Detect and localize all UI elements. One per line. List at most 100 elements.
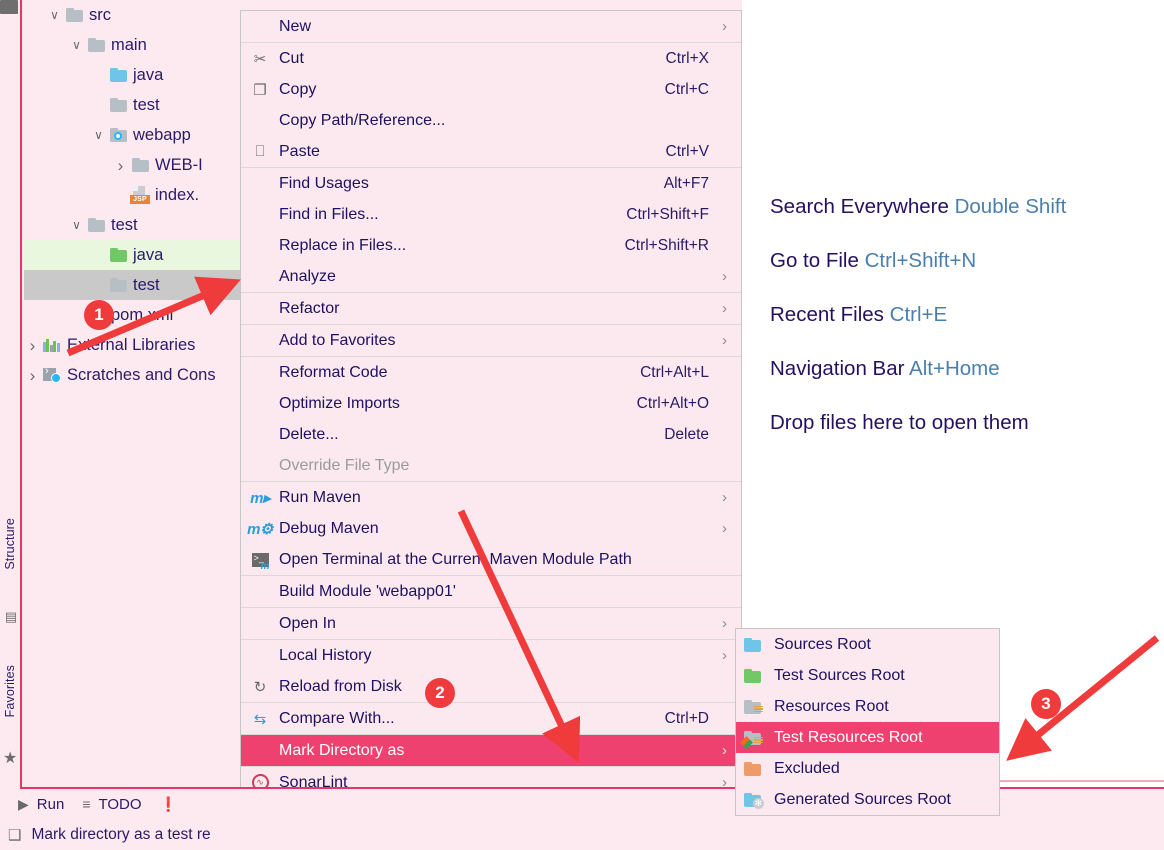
folder-grey: [131, 158, 149, 172]
menu-item-find-in-files[interactable]: Find in Files... Ctrl+Shift+F: [241, 199, 741, 230]
chevron-right-icon: ›: [722, 520, 727, 537]
menu-item-label: Reformat Code: [279, 363, 388, 381]
submenu-item-test-resources-root[interactable]: Test Resources Root: [736, 722, 999, 753]
tree-item-external-libraries[interactable]: › External Libraries: [24, 330, 242, 360]
tree-node-icon: [107, 278, 129, 292]
editor-hint: Search Everywhere Double Shift: [770, 195, 1160, 219]
mark-directory-as-submenu[interactable]: Sources Root Test Sources Root Resources R…: [735, 628, 1000, 816]
submenu-item-generated-sources-root[interactable]: ✻ Generated Sources Root: [736, 784, 999, 815]
status-bar: ❑ Mark directory as a test re: [0, 819, 1164, 850]
tree-item-test[interactable]: ∨ test: [24, 210, 242, 240]
menu-item-compare-with[interactable]: ⇆ Compare With... Ctrl+D: [241, 703, 741, 734]
context-menu[interactable]: New › ✂ Cut Ctrl+X ❐ Copy Ctrl+C Copy Path/Refer…: [240, 10, 742, 799]
submenu-item-icon: [744, 699, 774, 714]
chevron-right-icon[interactable]: ›: [24, 367, 41, 384]
tree-item-webapp[interactable]: ∨ webapp: [24, 120, 242, 150]
menu-item-label: Debug Maven: [279, 519, 379, 537]
menu-item-debug-maven[interactable]: m⚙ Debug Maven ›: [241, 513, 741, 544]
tree-item-test[interactable]: test: [24, 270, 242, 300]
menu-item-shortcut: Ctrl+C: [664, 80, 709, 98]
chevron-right-icon[interactable]: ›: [24, 337, 41, 354]
chevron-down-icon[interactable]: ∨: [68, 219, 85, 231]
tree-node-icon: [107, 128, 129, 142]
submenu-item-label: Test Sources Root: [774, 666, 905, 684]
chevron-right-icon: ›: [722, 300, 727, 317]
chevron-down-icon[interactable]: ∨: [68, 39, 85, 51]
chevron-down-icon[interactable]: ∨: [90, 129, 107, 141]
menu-item-add-to-favorites[interactable]: Add to Favorites ›: [241, 325, 741, 356]
tree-item-web-i[interactable]: › WEB-I: [24, 150, 242, 180]
tree-item-main[interactable]: ∨ main: [24, 30, 242, 60]
editor-hints: Search Everywhere Double Shift Go to File…: [770, 195, 1160, 465]
menu-item-shortcut: Alt+F7: [663, 174, 709, 192]
tree-item-label: External Libraries: [67, 335, 196, 354]
tree-item-java[interactable]: java: [24, 240, 242, 270]
submenu-item-test-sources-root[interactable]: Test Sources Root: [736, 660, 999, 691]
tree-item-label: Scratches and Cons: [67, 365, 216, 384]
submenu-item-icon: [744, 761, 774, 776]
tree-item-test[interactable]: test: [24, 90, 242, 120]
project-tree[interactable]: ∨ src ∨ main java test ∨ webapp › WEB-I JSP index. ∨…: [24, 0, 242, 390]
project-tool-icon[interactable]: [0, 0, 18, 14]
tree-item-java[interactable]: java: [24, 60, 242, 90]
compare-icon: ⇆: [253, 710, 267, 728]
annotation-badge-1: 1: [84, 300, 114, 330]
strip-item-favorites[interactable]: Favorites: [3, 665, 17, 717]
chevron-right-icon[interactable]: ›: [112, 157, 129, 174]
reload-icon: ↻: [241, 678, 279, 696]
toolwindow-problems-icon[interactable]: ❗: [160, 796, 185, 813]
toolwindow-run[interactable]: ▶ Run: [18, 796, 64, 813]
folder-grey: [109, 98, 127, 112]
scissors-icon: ✂: [253, 50, 267, 68]
copy-icon: ❐: [241, 81, 279, 99]
menu-item-label: Find in Files...: [279, 205, 379, 223]
clipboard-icon: ⎕: [241, 143, 279, 160]
menu-item-open-in[interactable]: Open In ›: [241, 608, 741, 639]
menu-item-label: Copy: [279, 80, 317, 98]
annotation-badge-3: 3: [1031, 689, 1061, 719]
menu-item-find-usages[interactable]: Find Usages Alt+F7: [241, 168, 741, 199]
terminal-maven-icon: >_ m: [251, 552, 270, 572]
menu-item-analyze[interactable]: Analyze ›: [241, 261, 741, 292]
menu-item-open-terminal-at-the-current-maven-module-path[interactable]: >_ m Open Terminal at the Current Maven Mo…: [241, 544, 741, 575]
menu-item-new[interactable]: New ›: [241, 11, 741, 42]
tree-item-label: java: [133, 245, 164, 264]
toolwindow-todo[interactable]: ≡ TODO: [82, 796, 141, 813]
submenu-item-excluded[interactable]: Excluded: [736, 753, 999, 784]
folder-blue: [744, 637, 761, 652]
menu-item-reformat-code[interactable]: Reformat Code Ctrl+Alt+L: [241, 357, 741, 388]
submenu-item-label: Resources Root: [774, 697, 889, 715]
menu-item-local-history[interactable]: Local History ›: [241, 640, 741, 671]
strip-item-structure[interactable]: Structure: [3, 518, 17, 570]
menu-item-build-module-webapp01[interactable]: Build Module 'webapp01': [241, 576, 741, 607]
menu-item-copy[interactable]: ❐ Copy Ctrl+C: [241, 74, 741, 105]
menu-item-refactor[interactable]: Refactor ›: [241, 293, 741, 324]
menu-item-label: Analyze: [279, 267, 336, 285]
submenu-item-icon: [740, 730, 774, 749]
editor-hint-action: Search Everywhere: [770, 195, 949, 218]
menu-item-optimize-imports[interactable]: Optimize Imports Ctrl+Alt+O: [241, 388, 741, 419]
chevron-down-icon[interactable]: ∨: [46, 9, 63, 21]
menu-item-cut[interactable]: ✂ Cut Ctrl+X: [241, 43, 741, 74]
menu-item-reload-from-disk[interactable]: ↻ Reload from Disk: [241, 671, 741, 702]
tree-item-scratches-and-cons[interactable]: › Scratches and Cons: [24, 360, 242, 390]
menu-item-delete[interactable]: Delete... Delete: [241, 419, 741, 450]
tree-item-src[interactable]: ∨ src: [24, 0, 242, 30]
menu-item-mark-directory-as[interactable]: Mark Directory as ›: [241, 735, 741, 766]
tree-item-label: test: [111, 215, 138, 234]
menu-item-label: Cut: [279, 49, 304, 67]
editor-hint-shortcut: Ctrl+Shift+N: [864, 249, 977, 272]
menu-item-run-maven[interactable]: m▸ Run Maven ›: [241, 482, 741, 513]
folder-resources: [744, 699, 763, 714]
submenu-item-resources-root[interactable]: Resources Root: [736, 691, 999, 722]
menu-item-label: Reload from Disk: [279, 677, 402, 695]
submenu-item-sources-root[interactable]: Sources Root: [736, 629, 999, 660]
terminal-maven-icon: >_ m: [241, 552, 279, 572]
tree-item-label: src: [89, 5, 111, 24]
menu-item-copy-path-reference[interactable]: Copy Path/Reference...: [241, 105, 741, 136]
left-tool-strip[interactable]: Structure ▤ Favorites ★: [0, 0, 22, 789]
menu-item-paste[interactable]: ⎕ Paste Ctrl+V: [241, 136, 741, 167]
tree-item-pom-xml[interactable]: /‹›pom.xml: [24, 300, 242, 330]
menu-item-replace-in-files[interactable]: Replace in Files... Ctrl+Shift+R: [241, 230, 741, 261]
tree-item-index[interactable]: JSP index.: [24, 180, 242, 210]
